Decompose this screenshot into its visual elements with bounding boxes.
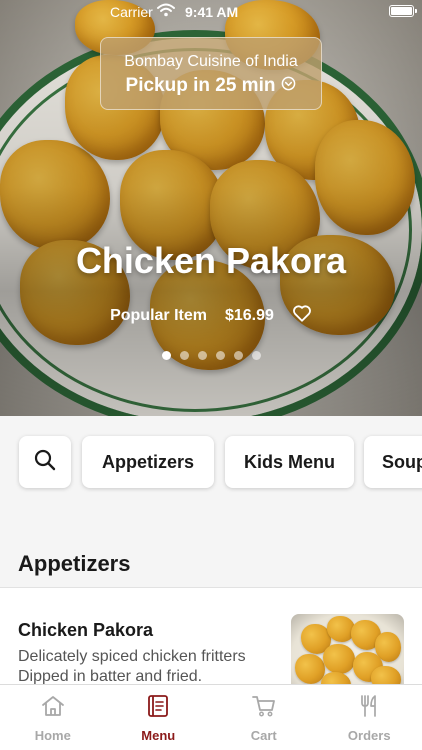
pickup-selector[interactable]: Bombay Cuisine of India Pickup in 25 min	[100, 37, 322, 110]
home-icon	[40, 694, 66, 723]
featured-dish-title: Chicken Pakora	[75, 240, 347, 281]
utensils-icon	[356, 694, 382, 723]
battery-icon	[389, 5, 417, 17]
menu-item[interactable]: Chicken Pakora Delicately spiced chicken…	[0, 588, 422, 684]
carousel-dot[interactable]	[197, 351, 207, 360]
menu-item-name: Chicken Pakora	[18, 620, 154, 640]
tab-menu[interactable]: Menu	[106, 685, 212, 750]
tab-orders[interactable]: Orders	[317, 685, 422, 750]
carrier-label: Carrier	[110, 4, 153, 20]
tab-menu-label: Menu	[141, 728, 176, 743]
search-icon	[33, 448, 57, 477]
featured-dish-meta: Popular Item $16.99	[0, 304, 422, 327]
wifi-icon	[157, 3, 175, 20]
status-time: 9:41 AM	[185, 4, 239, 20]
category-chip-kids-menu[interactable]: Kids Menu	[225, 436, 354, 488]
section-header: Appetizers	[0, 508, 422, 588]
status-bar: Carrier 9:41 AM	[0, 0, 422, 24]
category-chip-appetizers[interactable]: Appetizers	[82, 436, 214, 488]
bottom-tab-bar: Home Menu Cart Orders	[0, 684, 422, 750]
tab-cart[interactable]: Cart	[211, 685, 317, 750]
menu-item-description: Delicately spiced chicken fritters Dippe…	[18, 648, 246, 684]
tab-home-label: Home	[34, 728, 71, 743]
carousel-indicator[interactable]	[0, 351, 422, 360]
featured-hero[interactable]: Carrier 9:41 AM Bombay Cuisine of India …	[0, 0, 422, 416]
carousel-dot[interactable]	[161, 351, 171, 360]
restaurant-name: Bombay Cuisine of India	[124, 53, 298, 70]
carousel-dot[interactable]	[251, 351, 261, 360]
menu-item-image	[291, 614, 404, 684]
featured-price: $16.99	[224, 306, 274, 324]
category-bar: Appetizers Kids Menu Soup	[0, 416, 422, 508]
pickup-time-label: Pickup in 25 min	[125, 75, 276, 96]
category-chip-soup[interactable]: Soup	[364, 436, 422, 488]
menu-book-icon	[145, 694, 171, 723]
popular-badge: Popular Item	[110, 306, 207, 324]
search-button[interactable]	[19, 436, 71, 488]
carousel-dot[interactable]	[233, 351, 243, 360]
heart-icon[interactable]	[292, 304, 312, 327]
tab-cart-label: Cart	[250, 728, 277, 743]
tab-home[interactable]: Home	[0, 685, 106, 750]
tab-orders-label: Orders	[347, 728, 391, 743]
section-title: Appetizers	[18, 551, 131, 576]
carousel-dot[interactable]	[215, 351, 225, 360]
chevron-down-circle-icon	[281, 75, 296, 97]
carousel-dot[interactable]	[179, 351, 189, 360]
cart-icon	[251, 694, 277, 723]
